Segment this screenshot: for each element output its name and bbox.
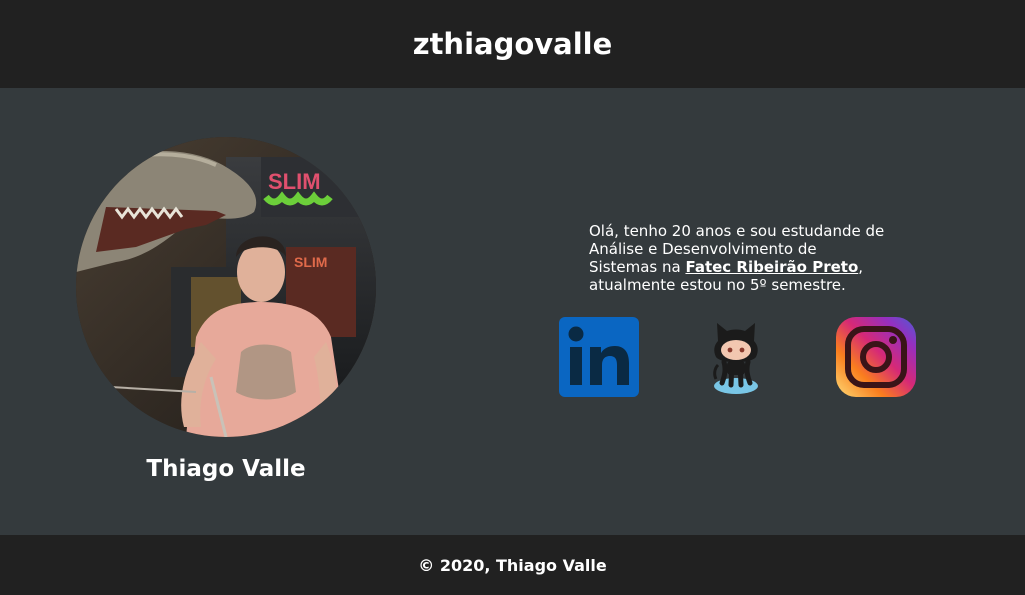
fatec-link[interactable]: Fatec Ribeirão Preto	[685, 258, 858, 276]
linkedin-link[interactable]	[559, 317, 639, 397]
github-link[interactable]	[696, 317, 776, 397]
profile-name: Thiago Valle	[146, 456, 306, 482]
bio-text: Olá, tenho 20 anos e sou estudande de An…	[589, 222, 889, 294]
linkedin-icon	[559, 317, 639, 397]
footer-copyright: © 2020, Thiago Valle	[418, 555, 607, 575]
svg-text:SLIM: SLIM	[294, 254, 327, 270]
site-title[interactable]: zthiagovalle	[413, 27, 613, 61]
github-octocat-icon	[713, 323, 758, 394]
instagram-icon	[836, 317, 916, 397]
site-footer: © 2020, Thiago Valle	[0, 535, 1025, 595]
profile-photo: SLIM SLIM	[76, 137, 376, 437]
instagram-link[interactable]	[836, 317, 916, 397]
site-header: zthiagovalle	[0, 0, 1025, 88]
main-section: SLIM SLIM Thiago Valle Olá, tenho 20 ano	[0, 88, 1025, 535]
svg-text:SLIM: SLIM	[268, 169, 321, 194]
